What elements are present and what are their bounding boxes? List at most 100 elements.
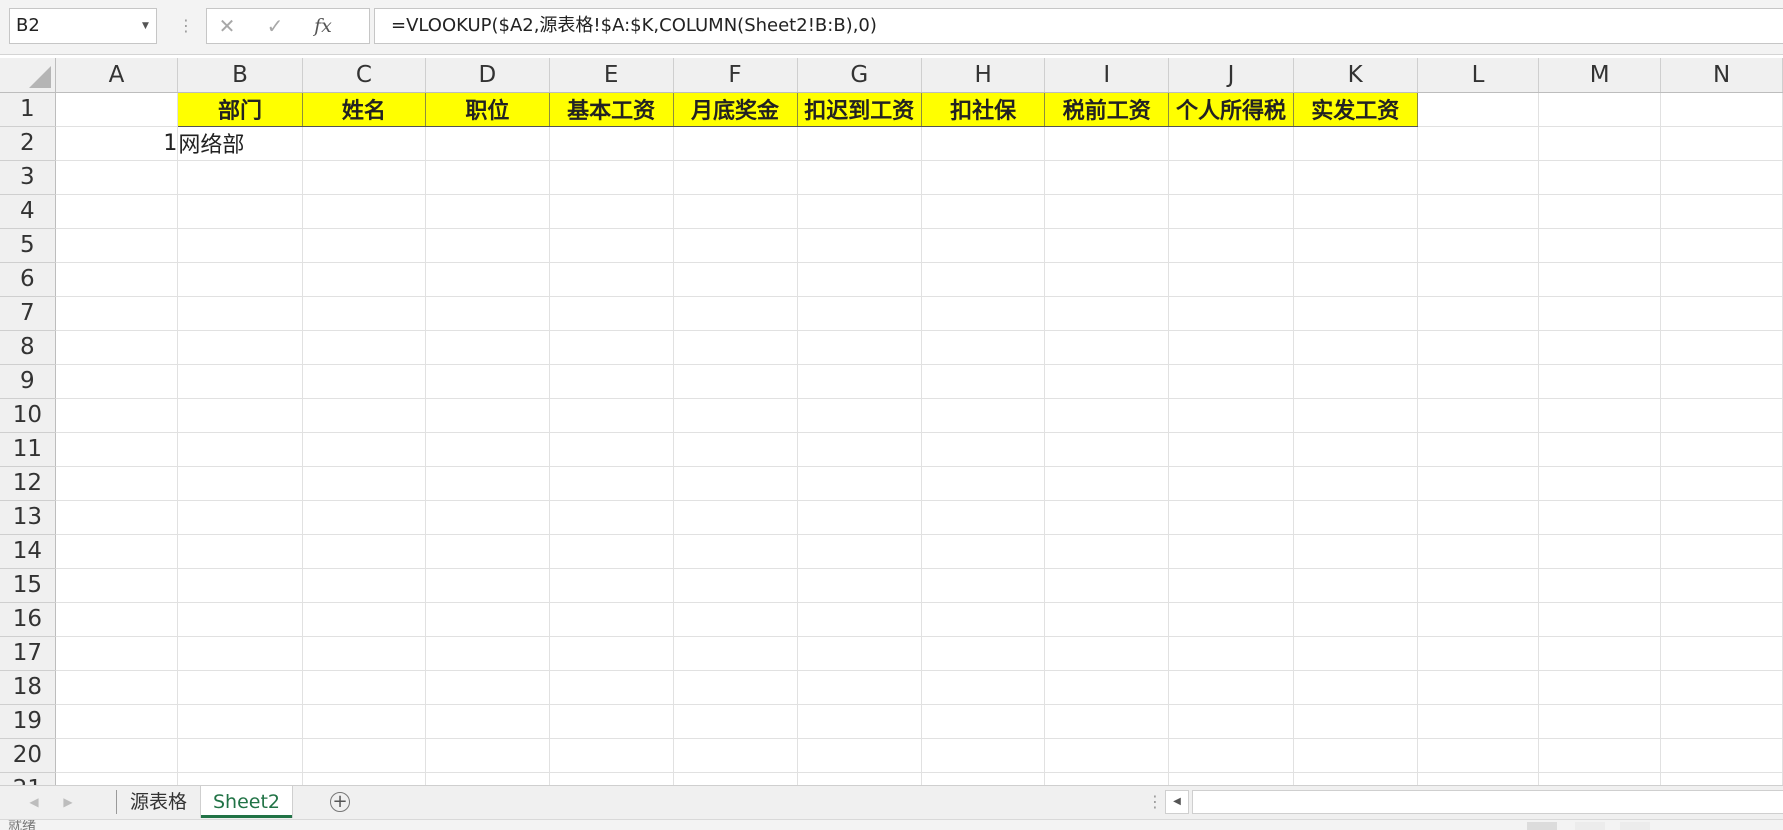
column-header-e[interactable]: E — [549, 58, 674, 93]
cell-l2[interactable] — [1417, 126, 1540, 161]
plus-circle-icon[interactable]: + — [330, 792, 350, 812]
row-header-20[interactable]: 20 — [0, 738, 56, 773]
cell-h11[interactable] — [921, 432, 1046, 467]
cell-i18[interactable] — [1044, 670, 1170, 705]
cell-b17[interactable] — [177, 636, 303, 671]
row-header-11[interactable]: 11 — [0, 432, 56, 467]
cell-l18[interactable] — [1417, 670, 1540, 705]
cell-c10[interactable] — [302, 398, 427, 433]
cell-l7[interactable] — [1417, 296, 1540, 331]
cell-m11[interactable] — [1538, 432, 1662, 467]
cell-n17[interactable] — [1660, 636, 1783, 671]
cell-f1[interactable]: 月底奖金 — [673, 91, 798, 127]
cell-m1[interactable] — [1538, 92, 1662, 127]
cell-a5[interactable] — [55, 228, 179, 263]
cell-k7[interactable] — [1293, 296, 1418, 331]
cell-n21[interactable] — [1660, 772, 1783, 785]
cell-n11[interactable] — [1660, 432, 1783, 467]
cell-i7[interactable] — [1044, 296, 1170, 331]
cell-m19[interactable] — [1538, 704, 1662, 739]
cell-g8[interactable] — [797, 330, 923, 365]
cell-j20[interactable] — [1168, 738, 1294, 773]
cell-k19[interactable] — [1293, 704, 1418, 739]
cell-m14[interactable] — [1538, 534, 1662, 569]
cell-f7[interactable] — [673, 296, 798, 331]
cell-k17[interactable] — [1293, 636, 1418, 671]
cell-k12[interactable] — [1293, 466, 1418, 501]
cell-j7[interactable] — [1168, 296, 1294, 331]
cell-l21[interactable] — [1417, 772, 1540, 785]
cell-n14[interactable] — [1660, 534, 1783, 569]
cell-c9[interactable] — [302, 364, 427, 399]
cell-m17[interactable] — [1538, 636, 1662, 671]
cell-c3[interactable] — [302, 160, 427, 195]
row-header-19[interactable]: 19 — [0, 704, 56, 739]
insert-function-icon[interactable]: fx — [303, 9, 343, 43]
close-icon[interactable]: ✕ — [207, 9, 247, 43]
cell-d20[interactable] — [425, 738, 550, 773]
cell-m9[interactable] — [1538, 364, 1662, 399]
row-header-12[interactable]: 12 — [0, 466, 56, 501]
cell-b21[interactable] — [177, 772, 303, 785]
cell-l6[interactable] — [1417, 262, 1540, 297]
cell-f17[interactable] — [673, 636, 798, 671]
cell-c12[interactable] — [302, 466, 427, 501]
cell-d2[interactable] — [425, 126, 550, 161]
cell-j21[interactable] — [1168, 772, 1294, 785]
cell-e13[interactable] — [549, 500, 674, 535]
column-header-g[interactable]: G — [797, 58, 923, 93]
cell-j12[interactable] — [1168, 466, 1294, 501]
cell-n16[interactable] — [1660, 602, 1783, 637]
cell-b6[interactable] — [177, 262, 303, 297]
horizontal-scrollbar[interactable] — [1192, 790, 1783, 814]
cell-f16[interactable] — [673, 602, 798, 637]
cell-m15[interactable] — [1538, 568, 1662, 603]
cell-j15[interactable] — [1168, 568, 1294, 603]
cell-n8[interactable] — [1660, 330, 1783, 365]
cell-a19[interactable] — [55, 704, 179, 739]
cell-h6[interactable] — [921, 262, 1046, 297]
cell-n19[interactable] — [1660, 704, 1783, 739]
cell-a21[interactable] — [55, 772, 179, 785]
cell-f12[interactable] — [673, 466, 798, 501]
cell-g6[interactable] — [797, 262, 923, 297]
cell-l12[interactable] — [1417, 466, 1540, 501]
cell-g9[interactable] — [797, 364, 923, 399]
cell-a8[interactable] — [55, 330, 179, 365]
cell-k14[interactable] — [1293, 534, 1418, 569]
cell-i21[interactable] — [1044, 772, 1170, 785]
row-header-16[interactable]: 16 — [0, 602, 56, 637]
cell-n9[interactable] — [1660, 364, 1783, 399]
cell-a2[interactable]: 1 — [55, 126, 179, 161]
cell-n4[interactable] — [1660, 194, 1783, 229]
column-header-h[interactable]: H — [921, 58, 1046, 93]
row-header-10[interactable]: 10 — [0, 398, 56, 433]
cell-e14[interactable] — [549, 534, 674, 569]
cell-c2[interactable] — [302, 126, 427, 161]
cell-k9[interactable] — [1293, 364, 1418, 399]
cell-h14[interactable] — [921, 534, 1046, 569]
tab-source-sheet[interactable]: 源表格 — [118, 786, 199, 818]
cell-l20[interactable] — [1417, 738, 1540, 773]
cell-j2[interactable] — [1168, 126, 1294, 161]
row-header-1[interactable]: 1 — [0, 92, 56, 127]
cell-m16[interactable] — [1538, 602, 1662, 637]
cell-h4[interactable] — [921, 194, 1046, 229]
cell-f15[interactable] — [673, 568, 798, 603]
cell-k4[interactable] — [1293, 194, 1418, 229]
cell-b12[interactable] — [177, 466, 303, 501]
cell-c17[interactable] — [302, 636, 427, 671]
cell-g15[interactable] — [797, 568, 923, 603]
cell-m21[interactable] — [1538, 772, 1662, 785]
cell-k11[interactable] — [1293, 432, 1418, 467]
row-header-6[interactable]: 6 — [0, 262, 56, 297]
cell-h9[interactable] — [921, 364, 1046, 399]
cell-d9[interactable] — [425, 364, 550, 399]
cell-c19[interactable] — [302, 704, 427, 739]
cell-i15[interactable] — [1044, 568, 1170, 603]
cell-e4[interactable] — [549, 194, 674, 229]
cell-a1[interactable] — [55, 92, 179, 127]
column-header-i[interactable]: I — [1044, 58, 1170, 93]
cell-l5[interactable] — [1417, 228, 1540, 263]
cell-n2[interactable] — [1660, 126, 1783, 161]
